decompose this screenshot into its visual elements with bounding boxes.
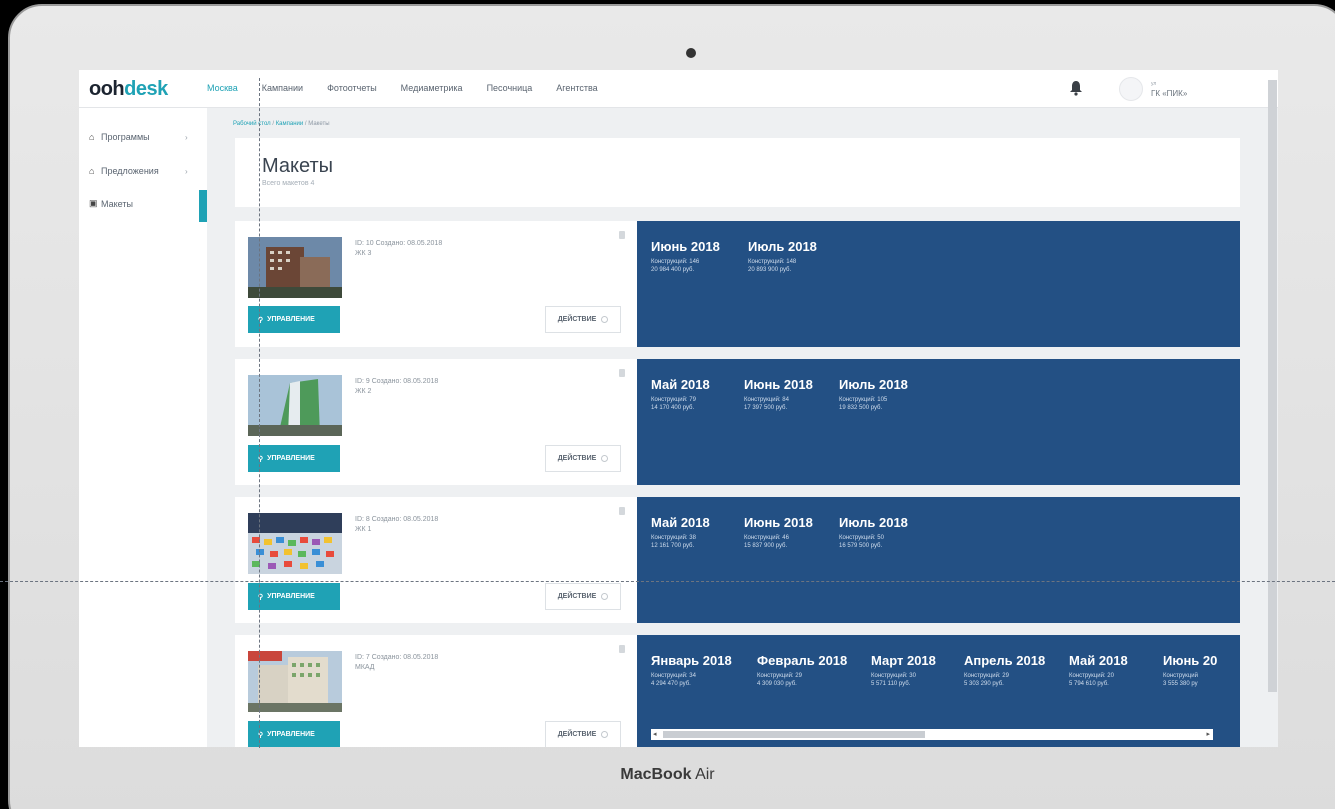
scroll-right-icon[interactable]: ▸ <box>1206 730 1210 738</box>
trash-icon[interactable] <box>619 645 625 653</box>
main-nav: Москва Кампании Фотоотчеты Медиаметрика … <box>207 83 622 93</box>
logo[interactable]: oohdesk <box>89 78 168 101</box>
guide-line-vertical <box>259 78 260 748</box>
nav-item-moscow[interactable]: Москва <box>207 83 238 93</box>
month-block: Июль 2018 Конструкций: 105 19 832 500 руб. <box>839 377 908 411</box>
mockup-card: ID: 10 Создано: 08.05.2018 ЖК 3 ⚲ УПРАВЛЕН… <box>235 221 1240 347</box>
page-subtitle: Всего макетов 4 <box>262 180 315 187</box>
device-brand: MacBook Air <box>620 766 715 783</box>
breadcrumb-home[interactable]: Рабочий стол <box>233 121 271 127</box>
nav-item-campaigns[interactable]: Кампании <box>262 83 303 93</box>
month-block: Май 2018 Конструкций: 38 12 161 700 руб. <box>651 515 710 549</box>
trash-icon[interactable] <box>619 231 625 239</box>
month-block: Июль 2018 Конструкций: 148 20 893 900 руб. <box>748 239 817 273</box>
trash-icon[interactable] <box>619 507 625 515</box>
mockup-card: ID: 9 Создано: 08.05.2018 ЖК 2 ⚲ УПРАВЛЕНИ… <box>235 359 1240 485</box>
months-panel: Май 2018 Конструкций: 38 12 161 700 руб. И… <box>637 497 1240 623</box>
chevron-down-icon <box>601 731 609 738</box>
chevron-down-icon <box>601 316 609 323</box>
month-block: Май 2018 Конструкций: 20 5 794 610 руб. <box>1069 653 1128 687</box>
month-block: Май 2018 Конструкций: 79 14 170 400 руб. <box>651 377 710 411</box>
manage-button[interactable]: ⚲ УПРАВЛЕНИЕ <box>248 721 340 747</box>
months-panel: Июнь 2018 Конструкций: 146 20 984 400 руб.… <box>637 221 1240 347</box>
bell-icon[interactable] <box>1069 80 1083 96</box>
vertical-scrollbar[interactable] <box>1268 80 1277 692</box>
month-block: Июнь 20 Конструкций 3 555 380 ру <box>1163 653 1218 687</box>
month-block: Июнь 2018 Конструкций: 46 15 837 900 руб. <box>744 515 813 549</box>
mockup-thumbnail[interactable] <box>248 651 342 712</box>
sidebar-item-label: Программы <box>101 132 150 142</box>
chevron-down-icon <box>601 455 609 462</box>
month-block: Март 2018 Конструкций: 30 5 571 110 руб. <box>871 653 936 687</box>
action-button[interactable]: ДЕЙСТВИЕ <box>545 721 621 747</box>
month-block: Июнь 2018 Конструкций: 84 17 397 500 руб. <box>744 377 813 411</box>
chevron-down-icon <box>601 593 609 600</box>
nav-item-mediametrics[interactable]: Медиаметрика <box>401 83 463 93</box>
month-block: Июль 2018 Конструкций: 50 16 579 500 руб. <box>839 515 908 549</box>
month-block: Июнь 2018 Конструкций: 146 20 984 400 руб. <box>651 239 720 273</box>
avatar[interactable] <box>1119 77 1143 101</box>
user-menu[interactable]: ул ГК «ПИК» <box>1151 80 1187 98</box>
home-icon: ⌂ <box>89 132 95 142</box>
trash-icon[interactable] <box>619 369 625 377</box>
action-button[interactable]: ДЕЙСТВИЕ <box>545 583 621 610</box>
sidebar-item-programs[interactable]: ⌂ Программы › <box>89 132 199 142</box>
nav-item-agencies[interactable]: Агентства <box>556 83 597 93</box>
mockup-card: ID: 8 Создано: 08.05.2018 ЖК 1 ⚲ УПРАВЛЕНИ… <box>235 497 1240 623</box>
image-icon: ▣ <box>89 198 98 208</box>
breadcrumb-current: Макеты <box>308 121 330 127</box>
mockup-thumbnail[interactable] <box>248 375 342 436</box>
mockup-meta: ID: 8 Создано: 08.05.2018 ЖК 1 <box>355 516 439 533</box>
guide-line-horizontal <box>0 581 1335 582</box>
scroll-left-icon[interactable]: ◂ <box>653 730 657 738</box>
sidebar-item-label: Макеты <box>101 198 133 209</box>
month-block: Февраль 2018 Конструкций: 29 4 309 030 руб… <box>757 653 848 687</box>
manage-button[interactable]: ⚲ УПРАВЛЕНИЕ <box>248 306 340 333</box>
horizontal-scrollbar[interactable]: ◂ ▸ <box>651 729 1213 740</box>
home-icon: ⌂ <box>89 166 95 176</box>
sidebar-item-label: Предложения <box>101 166 159 176</box>
mockup-card: ID: 7 Создано: 08.05.2018 МКАД ⚲ УПРАВЛЕНИ… <box>235 635 1240 747</box>
nav-item-photo-reports[interactable]: Фотоотчеты <box>327 83 377 93</box>
page-title: Макеты <box>262 155 333 177</box>
sidebar: ⌂ Программы › ⌂ Предложения › ▣ Макеты <box>79 108 207 747</box>
month-block: Апрель 2018 Конструкций: 29 5 303 290 руб. <box>964 653 1046 687</box>
scrollbar-thumb[interactable] <box>663 731 925 738</box>
breadcrumb: Рабочий стол / Кампании / Макеты <box>233 121 330 127</box>
page-header: Макеты Всего макетов 4 <box>235 138 1240 207</box>
mockup-meta: ID: 9 Создано: 08.05.2018 ЖК 2 <box>355 378 439 395</box>
manage-button[interactable]: ⚲ УПРАВЛЕНИЕ <box>248 583 340 610</box>
mockup-meta: ID: 10 Создано: 08.05.2018 ЖК 3 <box>355 240 443 257</box>
action-button[interactable]: ДЕЙСТВИЕ <box>545 306 621 333</box>
mockup-thumbnail[interactable] <box>248 237 342 298</box>
camera <box>686 48 696 58</box>
manage-button[interactable]: ⚲ УПРАВЛЕНИЕ <box>248 445 340 472</box>
active-marker <box>199 190 207 222</box>
chevron-right-icon: › <box>185 132 188 142</box>
breadcrumb-campaigns[interactable]: Кампании <box>276 121 304 127</box>
mockup-meta: ID: 7 Создано: 08.05.2018 МКАД <box>355 654 439 671</box>
months-panel: Май 2018 Конструкций: 79 14 170 400 руб. И… <box>637 359 1240 485</box>
action-button[interactable]: ДЕЙСТВИЕ <box>545 445 621 472</box>
mockup-thumbnail[interactable] <box>248 513 342 574</box>
sidebar-item-mockups[interactable]: ▣ Макеты <box>89 198 199 209</box>
month-block: Январь 2018 Конструкций: 34 4 294 470 руб. <box>651 653 732 687</box>
sidebar-item-offers[interactable]: ⌂ Предложения › <box>89 166 199 176</box>
chevron-right-icon: › <box>185 166 188 176</box>
nav-item-sandbox[interactable]: Песочница <box>487 83 533 93</box>
months-panel: Январь 2018 Конструкций: 34 4 294 470 руб.… <box>637 635 1240 747</box>
